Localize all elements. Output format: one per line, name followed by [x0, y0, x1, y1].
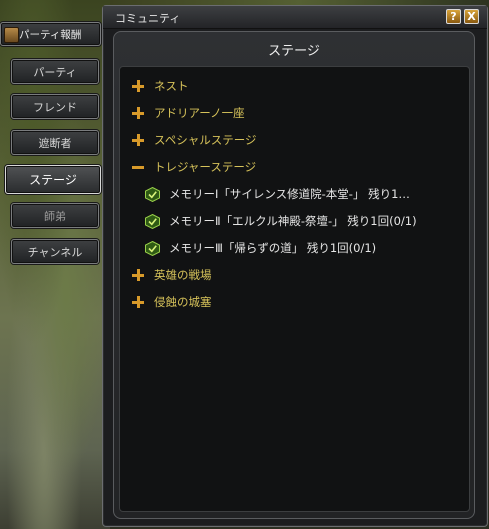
tab-label: 師弟: [44, 209, 66, 223]
tab-label: パーティ: [33, 65, 77, 79]
category-label: 侵蝕の城塞: [154, 295, 212, 309]
tab-label: ステージ: [29, 173, 77, 187]
close-icon: X: [467, 10, 476, 23]
tab-label: チャンネル: [27, 245, 83, 259]
category-hero-battlefield[interactable]: 英雄の戦場: [132, 264, 212, 286]
window-titlebar[interactable]: コミュニティ ? X: [103, 6, 487, 29]
stage-icon: [145, 213, 160, 229]
category-erosion-fortress[interactable]: 侵蝕の城塞: [132, 291, 212, 313]
category-label: スペシャルステージ: [154, 133, 257, 147]
plus-icon[interactable]: [132, 80, 144, 92]
tab-channel[interactable]: チャンネル: [11, 239, 99, 264]
community-window: コミュニティ ? X ステージ ネスト アドリアーノ一座 スペシャルステージ ト…: [102, 5, 488, 527]
category-treasure-stage[interactable]: トレジャーステージ: [132, 156, 256, 178]
tab-label: パーティ報酬: [19, 28, 82, 41]
help-icon: ?: [450, 10, 457, 23]
stage-label: メモリーⅠ「サイレンス修道院-本堂-」 残り1…: [169, 187, 410, 201]
stage-icon: [145, 186, 160, 202]
stage-tree-list: ネスト アドリアーノ一座 スペシャルステージ トレジャーステージ メモリーⅠ「サ…: [119, 66, 470, 512]
tab-friend[interactable]: フレンド: [11, 94, 99, 119]
minus-icon[interactable]: [132, 161, 144, 173]
category-label: トレジャーステージ: [154, 160, 257, 174]
window-title: コミュニティ: [115, 12, 181, 25]
tab-party[interactable]: パーティ: [11, 59, 99, 84]
tab-label: フレンド: [33, 100, 77, 114]
stage-item-memory-3[interactable]: メモリーⅢ「帰らずの道」 残り1回(0/1): [145, 237, 376, 259]
tab-mentor[interactable]: 師弟: [11, 203, 99, 228]
category-label: 英雄の戦場: [154, 268, 212, 282]
stage-label: メモリーⅡ「エルクル神殿-祭壇-」 残り1回(0/1): [169, 214, 417, 228]
category-special-stage[interactable]: スペシャルステージ: [132, 129, 256, 151]
category-label: ネスト: [154, 79, 189, 93]
stage-item-memory-2[interactable]: メモリーⅡ「エルクル神殿-祭壇-」 残り1回(0/1): [145, 210, 417, 232]
stage-item-memory-1[interactable]: メモリーⅠ「サイレンス修道院-本堂-」 残り1…: [145, 183, 410, 205]
close-button[interactable]: X: [464, 9, 479, 24]
plus-icon[interactable]: [132, 269, 144, 281]
category-nest[interactable]: ネスト: [132, 75, 189, 97]
category-label: アドリアーノ一座: [154, 106, 245, 120]
community-side-tabs: パーティ報酬 パーティ フレンド 遮断者 ステージ 師弟 チャンネル: [0, 0, 110, 529]
plus-icon[interactable]: [132, 107, 144, 119]
stage-label: メモリーⅢ「帰らずの道」 残り1回(0/1): [169, 241, 377, 255]
panel-title: ステージ: [268, 44, 320, 59]
stage-icon: [145, 240, 160, 256]
stage-panel: ステージ ネスト アドリアーノ一座 スペシャルステージ トレジャーステージ メモ…: [113, 31, 475, 519]
plus-icon[interactable]: [132, 134, 144, 146]
tab-party-reward[interactable]: パーティ報酬: [0, 22, 101, 46]
party-reward-icon: [4, 27, 19, 43]
tab-stage[interactable]: ステージ: [5, 165, 101, 194]
tab-label: 遮断者: [38, 136, 72, 150]
category-adriano[interactable]: アドリアーノ一座: [132, 102, 245, 124]
plus-icon[interactable]: [132, 296, 144, 308]
help-button[interactable]: ?: [446, 9, 461, 24]
tab-block-list[interactable]: 遮断者: [11, 130, 99, 155]
